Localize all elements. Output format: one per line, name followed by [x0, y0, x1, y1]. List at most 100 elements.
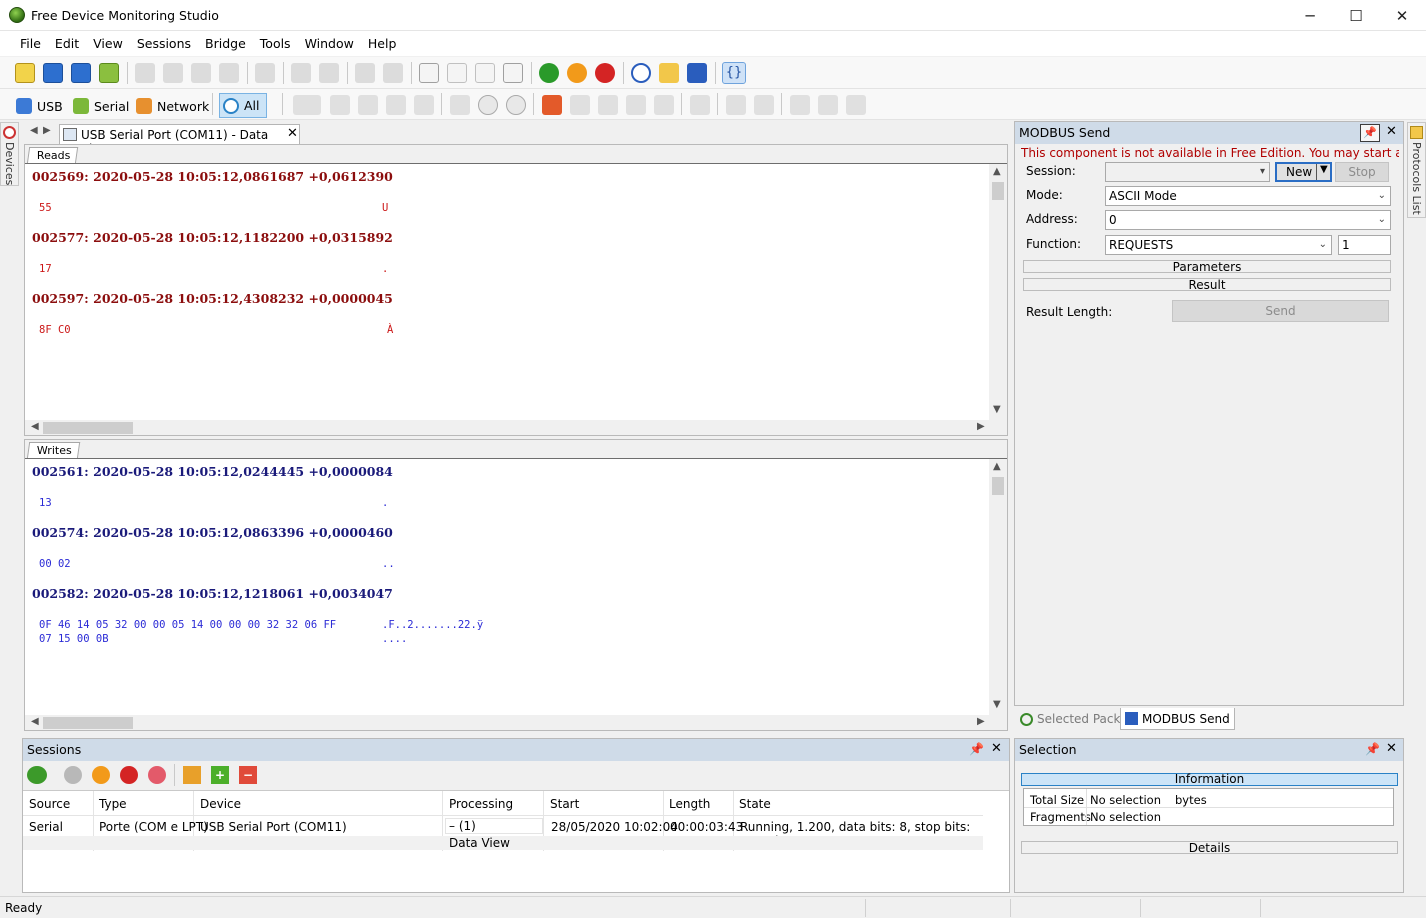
- minimize-button[interactable]: ─: [1287, 0, 1333, 31]
- remove-icon[interactable]: −: [239, 766, 257, 784]
- tab-data-view[interactable]: USB Serial Port (COM11) - Data View ✕: [59, 124, 300, 156]
- cluster-icon[interactable]: [330, 95, 350, 115]
- pin-icon[interactable]: 📌: [1360, 124, 1380, 142]
- devices-side-tab[interactable]: Devices: [0, 122, 19, 186]
- script-icon[interactable]: {}: [722, 62, 746, 84]
- details-section[interactable]: Details: [1021, 841, 1398, 854]
- close-panel-icon[interactable]: ✕: [1386, 124, 1397, 139]
- find-icon[interactable]: [291, 63, 311, 83]
- save-icon[interactable]: [43, 63, 63, 83]
- all-button[interactable]: All: [219, 93, 267, 118]
- branch-icon[interactable]: [358, 95, 378, 115]
- close-panel-icon[interactable]: ✕: [1386, 741, 1397, 756]
- save-as-icon[interactable]: [71, 63, 91, 83]
- filter-icon[interactable]: [255, 63, 275, 83]
- menu-view[interactable]: View: [86, 31, 130, 56]
- wand-alt-icon[interactable]: [383, 63, 403, 83]
- scroll-up-icon[interactable]: ▲: [993, 166, 1001, 177]
- menu-bridge[interactable]: Bridge: [198, 31, 253, 56]
- menu-window[interactable]: Window: [298, 31, 361, 56]
- writes-vscrollbar[interactable]: ▲ ▼: [989, 459, 1007, 715]
- gear-icon[interactable]: [27, 766, 47, 784]
- pause-icon[interactable]: [567, 63, 587, 83]
- reads-vscroll-thumb[interactable]: [992, 182, 1004, 200]
- export-icon[interactable]: [790, 95, 810, 115]
- menu-help[interactable]: Help: [361, 31, 404, 56]
- cut-icon[interactable]: [135, 63, 155, 83]
- session-select[interactable]: ▾: [1105, 162, 1270, 182]
- delete-icon[interactable]: [148, 766, 166, 784]
- stop-icon[interactable]: [595, 63, 615, 83]
- layout-icon[interactable]: [414, 95, 434, 115]
- menu-tools[interactable]: Tools: [253, 31, 298, 56]
- scroll-left-icon[interactable]: ◀: [31, 421, 39, 432]
- reads-tab[interactable]: Reads: [26, 147, 79, 164]
- parameters-section[interactable]: Parameters: [1023, 260, 1391, 273]
- select-all-icon[interactable]: [626, 95, 646, 115]
- session-settings-icon[interactable]: [475, 63, 495, 83]
- graph-icon[interactable]: [726, 95, 746, 115]
- writes-vscroll-thumb[interactable]: [992, 477, 1004, 495]
- column-header-type[interactable]: Type: [99, 797, 127, 811]
- reads-vscrollbar[interactable]: ▲ ▼: [989, 164, 1007, 420]
- tab-modbus-send[interactable]: MODBUS Send: [1120, 708, 1235, 730]
- export-all-icon[interactable]: [846, 95, 866, 115]
- paste-special-icon[interactable]: [219, 63, 239, 83]
- dropdown-arrow-icon[interactable]: ▼: [1320, 164, 1328, 175]
- close-panel-icon[interactable]: ✕: [991, 741, 1002, 756]
- new-file-icon[interactable]: [15, 63, 35, 83]
- writes-tab[interactable]: Writes: [26, 442, 80, 459]
- pin-icon[interactable]: 📌: [1365, 742, 1380, 756]
- tab-selected-packet[interactable]: Selected Packet: [1016, 709, 1136, 729]
- reads-hscroll-thumb[interactable]: [43, 422, 133, 434]
- reads-hscrollbar[interactable]: ◀ ▶: [25, 420, 989, 435]
- column-header-source[interactable]: Source: [29, 797, 70, 811]
- stop-button[interactable]: Stop: [1335, 162, 1389, 182]
- pause-icon[interactable]: [92, 766, 110, 784]
- open-session-icon[interactable]: [447, 63, 467, 83]
- writes-hscroll-thumb[interactable]: [43, 717, 133, 729]
- maximize-button[interactable]: ☐: [1333, 0, 1379, 31]
- group-icon[interactable]: [654, 95, 674, 115]
- wand-icon[interactable]: [355, 63, 375, 83]
- select-range-icon[interactable]: [598, 95, 618, 115]
- result-section[interactable]: Result: [1023, 278, 1391, 291]
- export-alt-icon[interactable]: [818, 95, 838, 115]
- clock-icon[interactable]: [631, 63, 651, 83]
- table-row[interactable]: Serial Porte (COM e LPT) USB Serial Port…: [23, 816, 983, 850]
- bookmark-icon[interactable]: [450, 95, 470, 115]
- select-alt-icon[interactable]: [570, 95, 590, 115]
- nodes-dropdown-icon[interactable]: [293, 95, 321, 115]
- stop-icon[interactable]: [120, 766, 138, 784]
- usb-button[interactable]: USB: [16, 96, 63, 116]
- tab-scroll-left-icon[interactable]: ◀: [30, 125, 38, 136]
- find-next-icon[interactable]: [319, 63, 339, 83]
- split-icon[interactable]: [690, 95, 710, 115]
- grid-icon[interactable]: [386, 95, 406, 115]
- tab-scroll-right-icon[interactable]: ▶: [43, 125, 51, 136]
- new-session-icon[interactable]: [419, 63, 439, 83]
- serial-button[interactable]: Serial: [73, 96, 129, 116]
- column-header-start[interactable]: Start: [550, 797, 579, 811]
- close-window-button[interactable]: ✕: [1379, 0, 1425, 31]
- start-icon[interactable]: [539, 63, 559, 83]
- column-header-length[interactable]: Length: [669, 797, 710, 811]
- menu-sessions[interactable]: Sessions: [130, 31, 198, 56]
- previous-icon[interactable]: [478, 95, 498, 115]
- new-session-button[interactable]: New ▼: [1275, 162, 1332, 182]
- scroll-down-icon[interactable]: ▼: [993, 404, 1001, 415]
- paste-icon[interactable]: [191, 63, 211, 83]
- protocols-side-tab[interactable]: Protocols List: [1407, 122, 1426, 218]
- add-icon[interactable]: +: [211, 766, 229, 784]
- writes-hscrollbar[interactable]: ◀ ▶: [25, 715, 989, 730]
- processing-icon[interactable]: [183, 766, 201, 784]
- scroll-right-icon[interactable]: ▶: [977, 421, 985, 432]
- information-section[interactable]: Information: [1021, 773, 1398, 786]
- scroll-up-icon[interactable]: ▲: [993, 461, 1001, 472]
- send-button[interactable]: Send: [1172, 300, 1389, 322]
- mode-select[interactable]: ASCII Mode ⌄: [1105, 186, 1391, 206]
- delete-session-icon[interactable]: [503, 63, 523, 83]
- scroll-left-icon[interactable]: ◀: [31, 716, 39, 727]
- column-header-device[interactable]: Device: [200, 797, 241, 811]
- scroll-down-icon[interactable]: ▼: [993, 699, 1001, 710]
